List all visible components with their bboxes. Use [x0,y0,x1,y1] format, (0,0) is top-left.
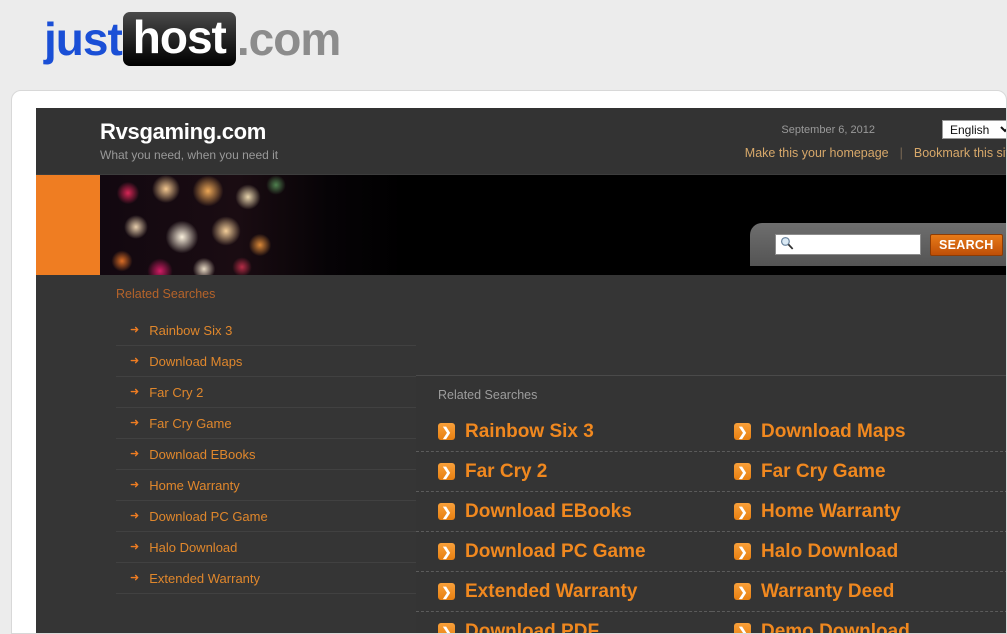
overlay-item-label: Demo Download [761,620,910,634]
sidebar-list: ➜ Rainbow Six 3 ➜ Download Maps ➜ Far Cry 2 ➜ F… [116,315,416,594]
chevron-right-icon: ❯ [734,583,751,600]
sidebar: Related Searches ➜ Rainbow Six 3 ➜ Download… [36,275,416,633]
overlay-item-label: Far Cry Game [761,460,886,482]
overlay-item[interactable]: ❯ Download Maps [712,412,1006,452]
sidebar-item[interactable]: ➜ Home Warranty [116,470,416,501]
site-preview: Rvsgaming.com What you need, when you ne… [36,108,1006,634]
sidebar-item[interactable]: ➜ Download Maps [116,346,416,377]
overlay-item[interactable]: ❯ Extended Warranty [416,572,712,612]
sidebar-item[interactable]: ➜ Halo Download [116,532,416,563]
arrow-right-icon: ➜ [130,416,140,429]
sidebar-item-label: Far Cry Game [149,415,232,431]
overlay-item[interactable]: ❯ Rainbow Six 3 [416,412,712,452]
logo-text-just: just [44,13,123,65]
sidebar-item-label: Home Warranty [149,477,240,493]
overlay-heading: Related Searches [438,388,538,402]
overlay-item[interactable]: ❯ Far Cry Game [712,452,1006,492]
overlay-item-label: Download PC Game [465,540,646,562]
chevron-right-icon: ❯ [438,583,455,600]
logo-text-host: host [122,12,236,66]
overlay-item-label: Warranty Deed [761,580,895,602]
make-homepage-link[interactable]: Make this your homepage [745,146,889,160]
sidebar-item-label: Download Maps [149,353,243,369]
arrow-right-icon: ➜ [130,478,140,491]
search-button[interactable]: SEARCH [930,233,1003,256]
overlay-left-column: ❯ Rainbow Six 3 ❯ Far Cry 2 ❯ Download EBooks… [416,412,712,634]
overlay-item[interactable]: ❯ Download EBooks [416,492,712,532]
hero-bokeh-image [100,175,405,275]
arrow-right-icon: ➜ [130,571,140,584]
overlay-right-column: ❯ Download Maps ❯ Far Cry Game ❯ Home Warrant… [712,412,1006,634]
sidebar-heading: Related Searches [116,287,216,301]
header-link-separator: | [899,146,903,160]
overlay-item[interactable]: ❯ Home Warranty [712,492,1006,532]
chevron-right-icon: ❯ [734,503,751,520]
overlay-grid: ❯ Rainbow Six 3 ❯ Far Cry 2 ❯ Download EBooks… [416,412,1006,634]
sidebar-item-label: Halo Download [149,539,238,555]
header-date: September 6, 2012 [781,124,875,136]
chevron-right-icon: ❯ [438,423,455,440]
overlay-item-label: Download Maps [761,420,906,442]
chevron-right-icon: ❯ [438,543,455,560]
sidebar-item[interactable]: ➜ Download EBooks [116,439,416,470]
arrow-right-icon: ➜ [130,447,140,460]
chevron-right-icon: ❯ [734,543,751,560]
site-tagline: What you need, when you need it [100,148,279,162]
preview-card: Rvsgaming.com What you need, when you ne… [11,90,1007,634]
hero-orange-block [36,175,100,275]
overlay-item[interactable]: ❯ Halo Download [712,532,1006,572]
chevron-right-icon: ❯ [734,423,751,440]
overlay-item-label: Rainbow Six 3 [465,420,594,442]
sidebar-item-label: Extended Warranty [149,570,261,586]
related-searches-overlay: Related Searches ❯ Rainbow Six 3 ❯ Far Cry … [416,375,1006,634]
sidebar-item-label: Far Cry 2 [149,384,204,400]
search-input[interactable] [775,234,921,255]
overlay-item[interactable]: ❯ Warranty Deed [712,572,1006,612]
site-header: Rvsgaming.com What you need, when you ne… [36,108,1006,175]
overlay-item[interactable]: ❯ Download PDF [416,612,712,634]
search-pod: SEARCH [750,223,1006,266]
overlay-item[interactable]: ❯ Download PC Game [416,532,712,572]
bookmark-site-link[interactable]: Bookmark this site [914,146,1006,160]
chevron-right-icon: ❯ [438,503,455,520]
arrow-right-icon: ➜ [130,509,140,522]
sidebar-item[interactable]: ➜ Extended Warranty [116,563,416,594]
arrow-right-icon: ➜ [130,540,140,553]
site-title: Rvsgaming.com [100,119,267,144]
chevron-right-icon: ❯ [734,463,751,480]
overlay-item[interactable]: ❯ Demo Download [712,612,1006,634]
chevron-right-icon: ❯ [734,623,751,633]
header-links: Make this your homepage | Bookmark this … [745,146,1006,160]
overlay-item-label: Download PDF [465,620,600,634]
site-body: Related Searches ➜ Rainbow Six 3 ➜ Download… [36,275,1006,634]
arrow-right-icon: ➜ [130,323,140,336]
chevron-right-icon: ❯ [438,463,455,480]
arrow-right-icon: ➜ [130,354,140,367]
overlay-item-label: Halo Download [761,540,899,562]
overlay-item-label: Download EBooks [465,500,632,522]
sidebar-item-label: Download EBooks [149,446,256,462]
overlay-item-label: Far Cry 2 [465,460,548,482]
chevron-right-icon: ❯ [438,623,455,633]
justhost-logo[interactable]: just host .com [44,12,341,66]
brand-bar: just host .com [0,0,1007,90]
sidebar-item[interactable]: ➜ Far Cry 2 [116,377,416,408]
sidebar-item[interactable]: ➜ Rainbow Six 3 [116,315,416,346]
sidebar-item-label: Download PC Game [149,508,268,524]
language-select[interactable]: English [942,120,1006,139]
overlay-item-label: Home Warranty [761,500,901,522]
hero-banner: SEARCH [36,175,1006,275]
sidebar-item[interactable]: ➜ Far Cry Game [116,408,416,439]
sidebar-item-label: Rainbow Six 3 [149,322,233,338]
logo-text-com: .com [236,13,341,65]
overlay-item[interactable]: ❯ Far Cry 2 [416,452,712,492]
overlay-item-label: Extended Warranty [465,580,638,602]
sidebar-item[interactable]: ➜ Download PC Game [116,501,416,532]
arrow-right-icon: ➜ [130,385,140,398]
